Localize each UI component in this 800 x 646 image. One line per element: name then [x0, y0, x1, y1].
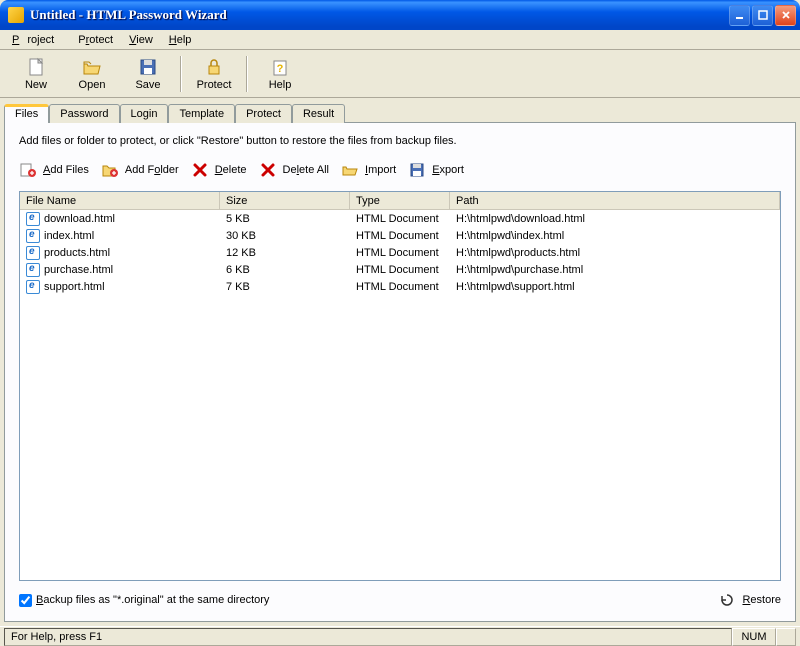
list-header: File Name Size Type Path [20, 192, 780, 210]
file-list[interactable]: File Name Size Type Path download.html5 … [19, 191, 781, 581]
open-label: Open [79, 79, 106, 91]
tab-template[interactable]: Template [168, 104, 235, 123]
add-files-icon [19, 161, 37, 179]
toolbar: New Open Save Protect ? Help [0, 50, 800, 98]
html-file-icon [26, 229, 40, 243]
status-grip [776, 628, 796, 646]
table-row[interactable]: purchase.html6 KBHTML DocumentH:\htmlpwd… [20, 261, 780, 278]
toolbar-separator [246, 56, 248, 92]
menu-help[interactable]: Help [161, 32, 200, 48]
tab-bar: Files Password Login Template Protect Re… [0, 100, 800, 122]
delete-icon [191, 161, 209, 179]
help-icon: ? [270, 57, 290, 77]
export-button[interactable]: Export [408, 161, 464, 179]
tab-password[interactable]: Password [49, 104, 119, 123]
svg-text:?: ? [277, 63, 284, 75]
col-filename[interactable]: File Name [20, 192, 220, 209]
new-label: New [25, 79, 47, 91]
menu-bar: Project Protect View Help [0, 30, 800, 50]
instruction-text: Add files or folder to protect, or click… [19, 135, 781, 147]
backup-checkbox-input[interactable] [19, 594, 32, 607]
html-file-icon [26, 263, 40, 277]
table-row[interactable]: index.html30 KBHTML DocumentH:\htmlpwd\i… [20, 227, 780, 244]
tab-result[interactable]: Result [292, 104, 345, 123]
html-file-icon [26, 212, 40, 226]
tab-files[interactable]: Files [4, 104, 49, 123]
status-bar: For Help, press F1 NUM [0, 626, 800, 646]
html-file-icon [26, 246, 40, 260]
backup-checkbox[interactable]: Backup files as "*.original" at the same… [19, 594, 269, 607]
export-icon [408, 161, 426, 179]
table-row[interactable]: products.html12 KBHTML DocumentH:\htmlpw… [20, 244, 780, 261]
save-label: Save [135, 79, 160, 91]
new-button[interactable]: New [8, 53, 64, 95]
table-row[interactable]: download.html5 KBHTML DocumentH:\htmlpwd… [20, 210, 780, 227]
menu-protect[interactable]: Protect [70, 32, 121, 48]
files-panel: Add files or folder to protect, or click… [4, 122, 796, 622]
col-path[interactable]: Path [450, 192, 780, 209]
save-button[interactable]: Save [120, 53, 176, 95]
tab-login[interactable]: Login [120, 104, 169, 123]
col-type[interactable]: Type [350, 192, 450, 209]
list-body: download.html5 KBHTML DocumentH:\htmlpwd… [20, 210, 780, 580]
add-folder-button[interactable]: Add Folder [101, 161, 179, 179]
help-button[interactable]: ? Help [252, 53, 308, 95]
app-icon [8, 7, 24, 23]
protect-button[interactable]: Protect [186, 53, 242, 95]
delete-all-icon [259, 161, 277, 179]
col-size[interactable]: Size [220, 192, 350, 209]
close-button[interactable] [775, 5, 796, 26]
restore-icon [718, 591, 736, 609]
menu-view[interactable]: View [121, 32, 161, 48]
help-label: Help [269, 79, 292, 91]
new-icon [26, 57, 46, 77]
delete-all-button[interactable]: Delete All [259, 161, 329, 179]
add-folder-icon [101, 161, 119, 179]
open-icon [82, 57, 102, 77]
add-files-button[interactable]: Add Files [19, 161, 89, 179]
table-row[interactable]: support.html7 KBHTML DocumentH:\htmlpwd\… [20, 278, 780, 295]
protect-label: Protect [197, 79, 232, 91]
toolbar-separator [180, 56, 182, 92]
save-icon [138, 57, 158, 77]
tab-protect[interactable]: Protect [235, 104, 292, 123]
status-num: NUM [732, 628, 776, 646]
import-button[interactable]: Import [341, 161, 396, 179]
lock-icon [204, 57, 224, 77]
menu-project[interactable]: Project [4, 32, 70, 48]
minimize-button[interactable] [729, 5, 750, 26]
window-title: Untitled - HTML Password Wizard [28, 7, 729, 23]
import-icon [341, 161, 359, 179]
html-file-icon [26, 280, 40, 294]
title-bar: Untitled - HTML Password Wizard [0, 0, 800, 30]
delete-button[interactable]: Delete [191, 161, 247, 179]
open-button[interactable]: Open [64, 53, 120, 95]
maximize-button[interactable] [752, 5, 773, 26]
status-help: For Help, press F1 [4, 628, 732, 646]
restore-button[interactable]: Restore [718, 591, 781, 609]
action-bar: Add Files Add Folder Delete Delete All I… [19, 161, 781, 179]
